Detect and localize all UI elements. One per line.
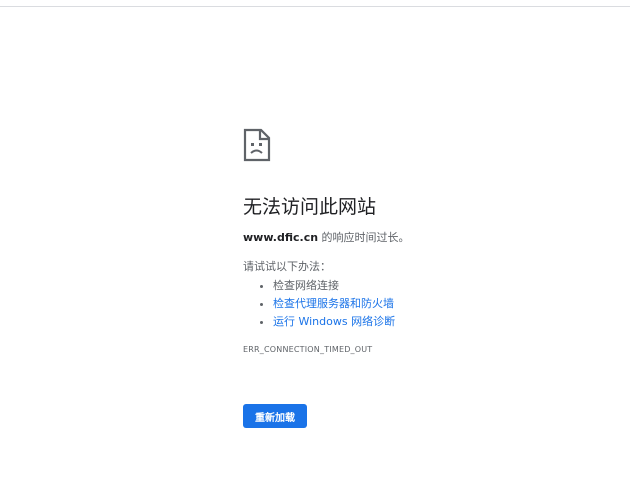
suggestion-run-diagnostics: 运行 Windows 网络诊断 xyxy=(273,313,603,331)
suggestion-list: 检查网络连接 检查代理服务器和防火墙 运行 Windows 网络诊断 xyxy=(243,277,603,331)
browser-top-border xyxy=(0,0,630,7)
suggestion-check-proxy: 检查代理服务器和防火墙 xyxy=(273,295,603,313)
check-proxy-link[interactable]: 检查代理服务器和防火墙 xyxy=(273,297,394,310)
suggestion-check-network: 检查网络连接 xyxy=(273,277,603,295)
try-label: 请试试以下办法： xyxy=(243,260,331,273)
error-content: 无法访问此网站 www.dfic.cn 的响应时间过长。 请试试以下办法： 检查… xyxy=(243,128,603,354)
error-code: ERR_CONNECTION_TIMED_OUT xyxy=(243,345,373,354)
reload-button[interactable]: 重新加载 xyxy=(243,404,307,428)
error-domain: www.dfic.cn xyxy=(243,231,319,244)
run-diagnostics-link[interactable]: 运行 Windows 网络诊断 xyxy=(273,315,395,328)
error-message: 的响应时间过长。 xyxy=(318,231,410,244)
error-heading: 无法访问此网站 xyxy=(243,196,377,218)
error-description: www.dfic.cn 的响应时间过长。 xyxy=(243,230,603,246)
sad-page-icon xyxy=(243,128,271,162)
